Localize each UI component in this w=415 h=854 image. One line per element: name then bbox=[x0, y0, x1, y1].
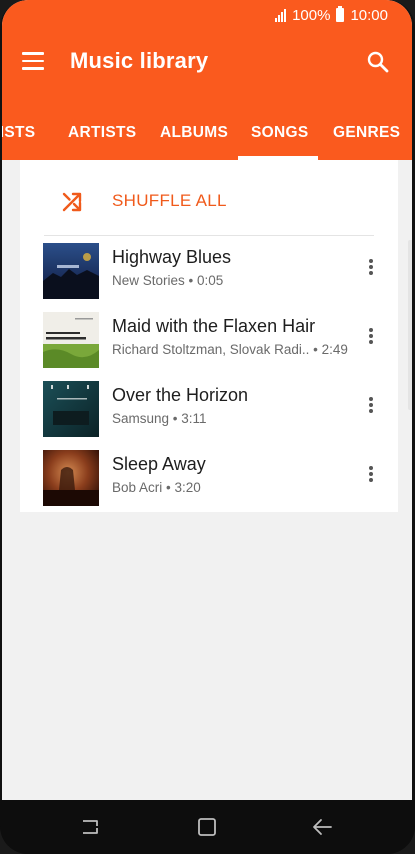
shuffle-icon bbox=[62, 192, 82, 212]
song-duration: 0:05 bbox=[197, 273, 224, 288]
song-duration: 2:49 bbox=[321, 342, 348, 357]
tab-songs[interactable]: SONGS bbox=[251, 124, 308, 142]
song-duration: 3:20 bbox=[174, 480, 201, 495]
clock: 10:00 bbox=[350, 6, 388, 24]
song-artist: Bob Acri bbox=[112, 480, 163, 495]
tab-genres[interactable]: GENRES bbox=[333, 124, 400, 142]
song-title: Sleep Away bbox=[112, 454, 206, 474]
song-subtitle: New Stories • 0:05 bbox=[112, 273, 224, 288]
search-icon[interactable] bbox=[366, 50, 390, 74]
song-artist: New Stories bbox=[112, 273, 185, 288]
song-subtitle: Richard Stoltzman, Slovak Radi.. • 2:49 bbox=[112, 342, 348, 357]
tab-lists[interactable]: LISTS bbox=[2, 124, 35, 142]
recents-icon[interactable] bbox=[78, 815, 102, 839]
song-title: Maid with the Flaxen Hair bbox=[112, 316, 316, 336]
battery-percent: 100% bbox=[292, 6, 331, 24]
song-row[interactable]: Highway Blues New Stories • 0:05 bbox=[20, 237, 398, 306]
album-art bbox=[43, 312, 99, 368]
menu-icon[interactable] bbox=[22, 52, 44, 70]
back-icon[interactable] bbox=[310, 815, 334, 839]
app-bar: Music library bbox=[2, 30, 412, 94]
more-options-icon[interactable] bbox=[367, 259, 375, 279]
phone-frame: 100% 10:00 Music library LISTS ARTISTS A… bbox=[0, 0, 415, 854]
home-icon[interactable] bbox=[195, 815, 219, 839]
battery-icon bbox=[336, 6, 345, 22]
screen: 100% 10:00 Music library LISTS ARTISTS A… bbox=[2, 0, 412, 800]
edge-panel-handle[interactable] bbox=[408, 240, 412, 410]
songs-list-card: SHUFFLE ALL Highway Blues New Stories • … bbox=[20, 160, 398, 512]
signal-icon bbox=[275, 8, 287, 22]
song-artist: Richard Stoltzman, Slovak Radi.. bbox=[112, 342, 310, 357]
album-art bbox=[43, 450, 99, 506]
song-subtitle: Samsung • 3:11 bbox=[112, 411, 207, 426]
album-art bbox=[43, 381, 99, 437]
song-title: Highway Blues bbox=[112, 247, 232, 267]
album-art bbox=[43, 243, 99, 299]
page-title: Music library bbox=[70, 48, 209, 73]
tab-bar: LISTS ARTISTS ALBUMS SONGS GENRES bbox=[2, 94, 412, 160]
song-row[interactable]: Sleep Away Bob Acri • 3:20 bbox=[20, 444, 398, 513]
tab-artists[interactable]: ARTISTS bbox=[68, 124, 136, 142]
song-artist: Samsung bbox=[112, 411, 170, 426]
navigation-bar bbox=[0, 800, 415, 854]
more-options-icon[interactable] bbox=[367, 397, 375, 417]
song-subtitle: Bob Acri • 3:20 bbox=[112, 480, 201, 495]
divider bbox=[44, 235, 374, 236]
tab-albums[interactable]: ALBUMS bbox=[160, 124, 228, 142]
song-duration: 3:11 bbox=[181, 411, 207, 426]
song-row[interactable]: Over the Horizon Samsung • 3:11 bbox=[20, 375, 398, 444]
song-row[interactable]: Maid with the Flaxen Hair Richard Stoltz… bbox=[20, 306, 398, 375]
more-options-icon[interactable] bbox=[367, 466, 375, 486]
status-bar: 100% 10:00 bbox=[2, 0, 412, 30]
song-title: Over the Horizon bbox=[112, 385, 249, 405]
shuffle-all-button[interactable]: SHUFFLE ALL bbox=[20, 160, 398, 236]
more-options-icon[interactable] bbox=[367, 328, 375, 348]
shuffle-all-label: SHUFFLE ALL bbox=[112, 191, 227, 210]
